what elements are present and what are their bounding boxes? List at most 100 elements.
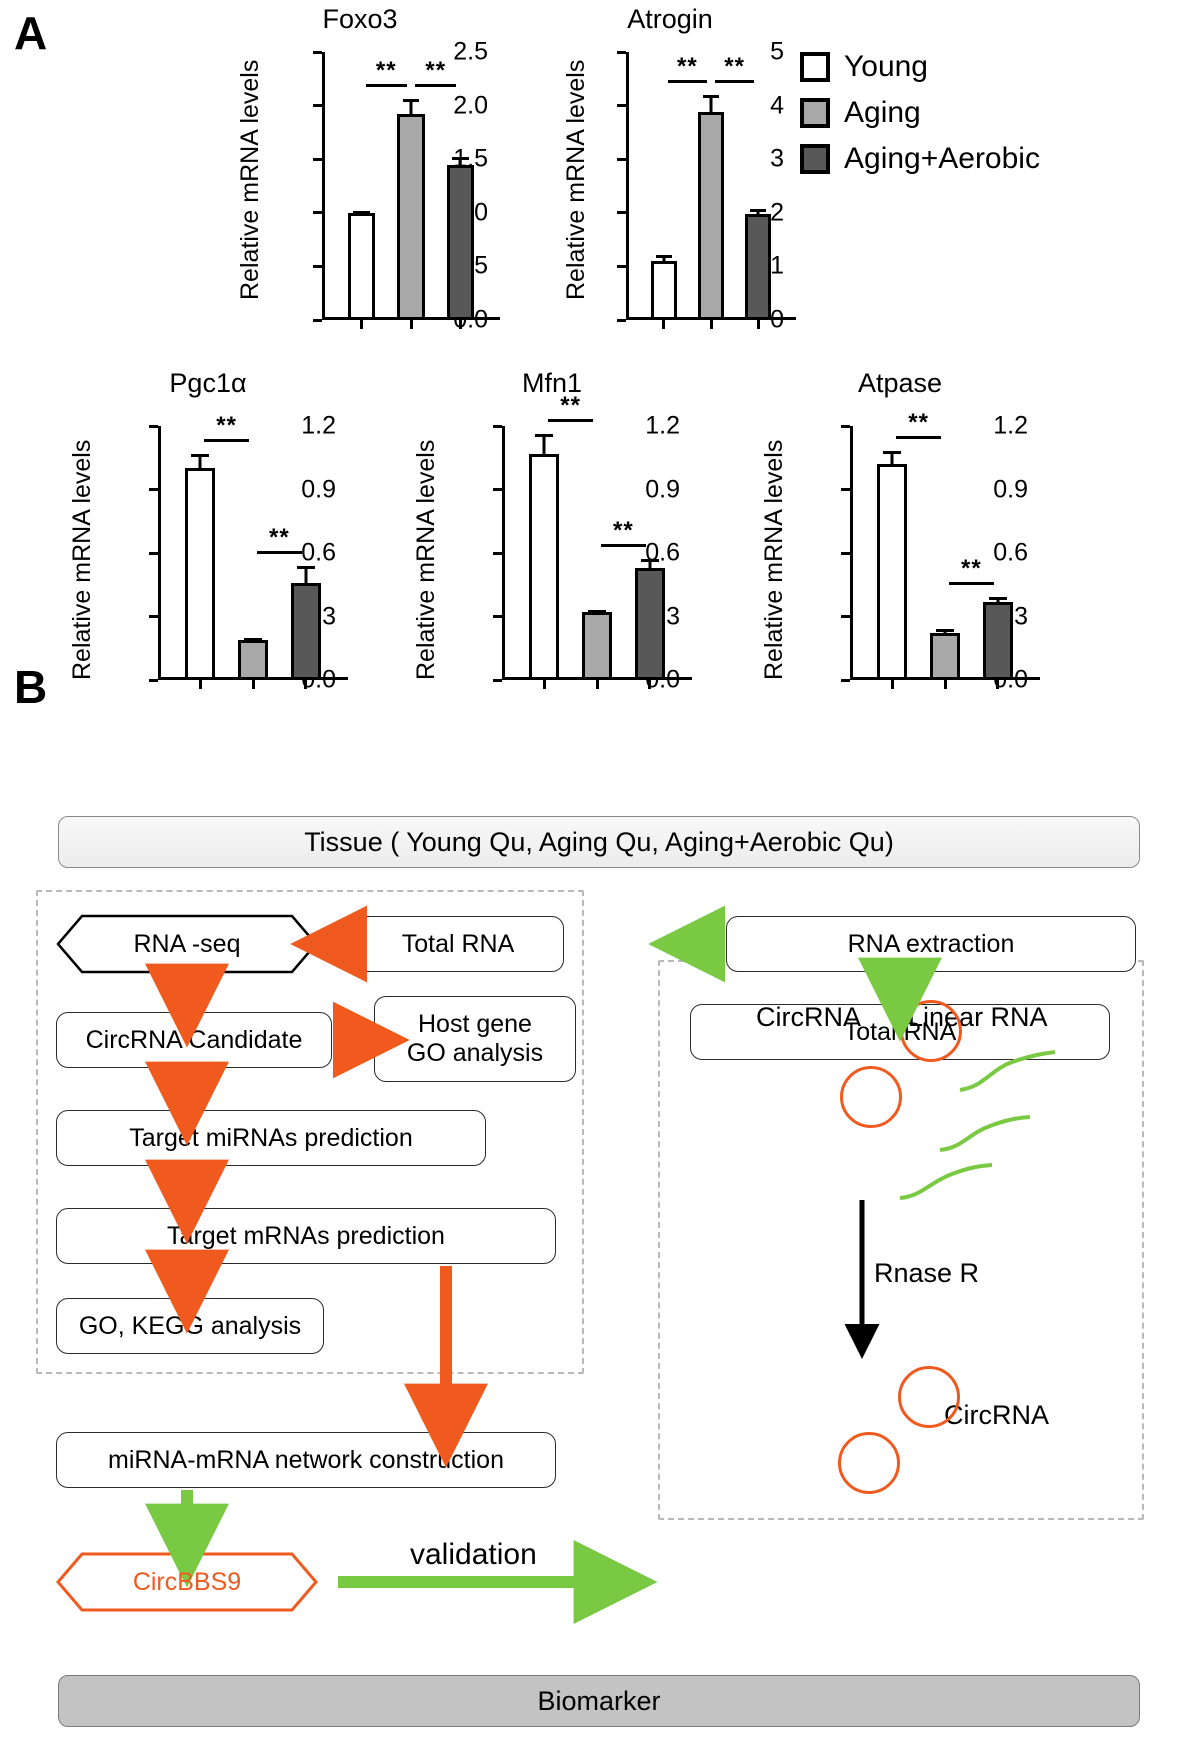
chart-ylabel: Relative mRNA levels bbox=[562, 59, 590, 300]
x-tick bbox=[198, 680, 202, 689]
x-tick bbox=[943, 680, 947, 689]
legend-swatch-young bbox=[800, 52, 830, 82]
y-tick bbox=[313, 104, 322, 108]
legend-item: Aging+Aerobic bbox=[800, 142, 1040, 176]
bar-aero bbox=[983, 601, 1013, 680]
legend-label-young: Young bbox=[844, 50, 928, 83]
panel-b-label: B bbox=[14, 661, 48, 713]
label-rnase-r: Rnase R bbox=[874, 1258, 980, 1288]
y-tick-label: 1 bbox=[770, 251, 784, 280]
node-host-gene-go-analysis[interactable]: Host gene GO analysis bbox=[374, 996, 576, 1082]
y-axis bbox=[502, 426, 505, 680]
y-tick-label: 5 bbox=[770, 37, 784, 66]
significance-stars: ** bbox=[908, 409, 929, 437]
x-tick bbox=[709, 320, 713, 329]
error-bar bbox=[535, 434, 554, 454]
bar-aging bbox=[238, 639, 268, 680]
y-axis bbox=[158, 426, 161, 680]
circrna-circle-icon bbox=[840, 1066, 902, 1128]
x-tick bbox=[648, 680, 652, 689]
node-rna-seq[interactable]: RNA -seq bbox=[56, 914, 318, 974]
x-tick bbox=[304, 680, 308, 689]
error-bar bbox=[244, 637, 262, 641]
error-bar bbox=[988, 597, 1007, 602]
biomarker-bar: Biomarker bbox=[58, 1675, 1140, 1727]
node-rna-extraction[interactable]: RNA extraction bbox=[726, 916, 1136, 972]
node-label: CircRNA Candidate bbox=[85, 1025, 303, 1054]
significance-bracket: ** bbox=[365, 57, 407, 88]
x-tick bbox=[542, 680, 546, 689]
plot-area: 0.00.30.60.91.2**** bbox=[841, 411, 1040, 694]
bar-aero bbox=[635, 567, 665, 680]
bar-aging bbox=[697, 112, 725, 320]
chart-ylabel: Relative mRNA levels bbox=[236, 59, 264, 300]
error-bar bbox=[191, 453, 210, 469]
error-bar bbox=[588, 610, 606, 614]
y-tick-label: 0.9 bbox=[993, 475, 1028, 503]
node-circrna-candidate[interactable]: CircRNA Candidate bbox=[56, 1012, 332, 1068]
node-total-rna-left[interactable]: Total RNA bbox=[352, 916, 564, 972]
bar-aging bbox=[930, 633, 960, 680]
node-circbbs9[interactable]: CircBBS9 bbox=[56, 1552, 318, 1612]
x-tick bbox=[409, 320, 413, 329]
bar-aero bbox=[446, 164, 475, 320]
bar-young bbox=[347, 212, 376, 320]
plot-area: 0 1 2 3 4 5 ** ** bbox=[617, 38, 796, 334]
y-axis bbox=[626, 52, 629, 320]
y-tick bbox=[617, 211, 626, 215]
y-tick-label: 2 bbox=[770, 198, 784, 227]
y-tick bbox=[149, 551, 158, 555]
y-tick-label: 1.2 bbox=[993, 411, 1028, 440]
y-tick bbox=[493, 615, 502, 618]
significance-bracket: ** bbox=[896, 409, 941, 440]
x-tick bbox=[756, 320, 760, 329]
error-bar bbox=[750, 208, 767, 215]
error-bar bbox=[703, 94, 719, 113]
legend-item: Young bbox=[800, 50, 1040, 84]
node-target-mrnas-prediction[interactable]: Target mRNAs prediction bbox=[56, 1208, 556, 1264]
chart-pgc1a: Pgc1α Relative mRNA levels 0.00.30.60.91… bbox=[48, 368, 368, 698]
error-bar bbox=[452, 157, 469, 165]
error-bar bbox=[883, 451, 902, 465]
significance-stars: ** bbox=[425, 57, 447, 85]
y-tick-label: 3 bbox=[770, 144, 784, 173]
node-target-mirnas-prediction[interactable]: Target miRNAs prediction bbox=[56, 1110, 486, 1166]
chart-ylabel: Relative mRNA levels bbox=[412, 439, 440, 680]
x-tick bbox=[595, 680, 599, 689]
significance-bracket: ** bbox=[257, 523, 302, 554]
x-tick bbox=[996, 680, 1000, 689]
bar-aero bbox=[745, 214, 772, 320]
label-circrna-bottom: CircRNA bbox=[944, 1400, 1049, 1430]
y-tick bbox=[841, 615, 850, 618]
y-tick bbox=[313, 264, 322, 268]
y-tick-label: 1.2 bbox=[301, 411, 336, 440]
circrna-circle-icon bbox=[838, 1432, 900, 1494]
bar-aging bbox=[397, 114, 425, 320]
node-label: RNA -seq bbox=[133, 929, 241, 958]
circrna-circle-icon bbox=[898, 1366, 960, 1428]
panel-a-label: A bbox=[14, 7, 48, 59]
plot-area: 0.00.51.01.52.02.5**** bbox=[313, 38, 500, 334]
y-axis bbox=[322, 52, 325, 320]
y-tick-label: 1.2 bbox=[645, 411, 680, 440]
plot-area: 0.00.30.60.91.2**** bbox=[493, 394, 692, 694]
y-tick bbox=[149, 488, 158, 491]
significance-stars: ** bbox=[375, 57, 397, 85]
significance-bracket: ** bbox=[548, 394, 593, 423]
node-mirna-mrna-network-construction[interactable]: miRNA-mRNA network construction bbox=[56, 1432, 556, 1488]
chart-atrogin: Atrogin Relative mRNA levels 0 1 2 3 4 5 ** ** bbox=[530, 4, 810, 334]
node-go-kegg-analysis[interactable]: GO, KEGG analysis bbox=[56, 1298, 324, 1354]
y-tick bbox=[841, 488, 850, 491]
y-tick-label: 0.9 bbox=[301, 475, 336, 503]
chart-title: Atpase bbox=[857, 368, 943, 398]
chart-title: Pgc1α bbox=[169, 368, 247, 398]
label-circrna-top: CircRNA bbox=[756, 1002, 861, 1032]
significance-bracket: ** bbox=[949, 557, 994, 586]
y-tick bbox=[617, 318, 626, 322]
significance-stars: ** bbox=[269, 523, 290, 551]
y-tick bbox=[313, 157, 322, 161]
plot-area: 0.00.30.60.91.2**** bbox=[149, 412, 348, 694]
y-tick bbox=[313, 50, 322, 54]
bar-aging bbox=[582, 612, 612, 680]
significance-stars: ** bbox=[613, 517, 634, 545]
